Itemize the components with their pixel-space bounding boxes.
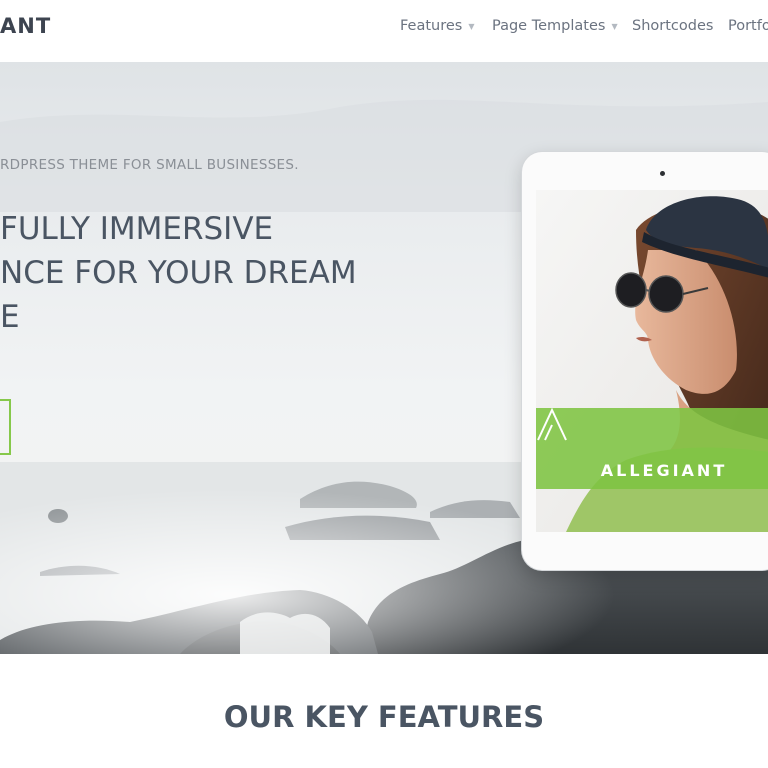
nav-label: Features bbox=[400, 18, 463, 34]
nav-item-features[interactable]: Features ▼ bbox=[400, 18, 475, 34]
hero-tagline: RDPRESS THEME FOR SMALL BUSINESSES. bbox=[0, 157, 299, 173]
tablet-mockup: ALLEGIANT bbox=[522, 152, 768, 570]
hero-section: RDPRESS THEME FOR SMALL BUSINESSES. FULL… bbox=[0, 62, 768, 654]
nav-item-shortcodes[interactable]: Shortcodes bbox=[632, 18, 713, 34]
allegiant-logo-icon bbox=[537, 408, 567, 441]
nav-label: Portfo bbox=[728, 18, 768, 34]
headline-line: NCE FOR YOUR DREAM bbox=[0, 255, 357, 291]
camera-icon bbox=[660, 171, 665, 176]
features-heading: OUR KEY FEATURES bbox=[223, 700, 545, 734]
hero-headline: FULLY IMMERSIVE NCE FOR YOUR DREAM E bbox=[0, 207, 420, 339]
nav-label: Page Templates bbox=[492, 18, 606, 34]
brand-name: ALLEGIANT bbox=[600, 461, 728, 480]
site-header: ANT Features ▼ Page Templates ▼ Shortcodes… bbox=[0, 0, 768, 63]
tablet-screen: ALLEGIANT bbox=[536, 190, 768, 532]
headline-line: FULLY IMMERSIVE bbox=[0, 211, 274, 247]
chevron-down-icon: ▼ bbox=[611, 21, 618, 31]
hero-cta-button[interactable] bbox=[0, 399, 11, 455]
nav-item-portfolio[interactable]: Portfo bbox=[728, 18, 768, 34]
headline-line: E bbox=[0, 299, 20, 335]
nav-label: Shortcodes bbox=[632, 18, 714, 34]
brand-banner: ALLEGIANT bbox=[536, 408, 768, 489]
chevron-down-icon: ▼ bbox=[468, 21, 475, 31]
nav-item-page-templates[interactable]: Page Templates ▼ bbox=[492, 18, 618, 34]
site-logo[interactable]: ANT bbox=[0, 14, 51, 38]
